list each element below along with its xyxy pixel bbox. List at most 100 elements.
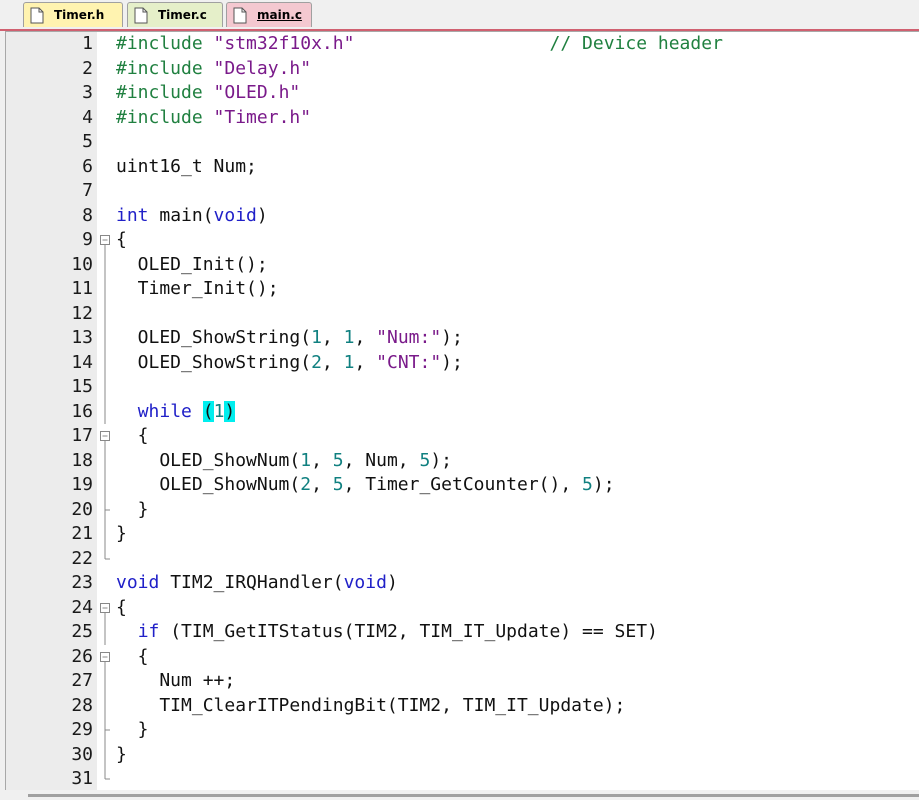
code-line[interactable]: 24 { bbox=[6, 596, 919, 621]
line-number: 22 bbox=[71, 547, 93, 569]
code-token: } bbox=[116, 719, 149, 740]
code-line[interactable]: 12 bbox=[6, 301, 919, 326]
code-line[interactable]: 20 } bbox=[6, 497, 919, 523]
code-token: 2 bbox=[300, 474, 312, 495]
code-token: (TIM_GetITStatus(TIM2, TIM_IT_Update) ==… bbox=[159, 621, 658, 642]
code-text[interactable]: Num ++; bbox=[116, 669, 235, 694]
code-line[interactable]: 8 int main(void) bbox=[6, 204, 919, 229]
code-line[interactable]: 1 #include "stm32f10x.h" // Device header bbox=[6, 32, 919, 57]
scrollbar-thumb[interactable] bbox=[28, 794, 919, 797]
code-token: 5 bbox=[582, 474, 593, 495]
code-token: "Num:" bbox=[376, 327, 442, 348]
horizontal-scrollbar[interactable] bbox=[0, 790, 919, 800]
code-text[interactable]: uint16_t Num; bbox=[116, 155, 257, 180]
code-text[interactable]: OLED_ShowNum(1, 5, Num, 5); bbox=[116, 449, 452, 474]
code-text[interactable]: } bbox=[116, 718, 149, 743]
code-line[interactable]: 4 #include "Timer.h" bbox=[6, 106, 919, 131]
code-text[interactable]: while (1) bbox=[116, 400, 236, 425]
code-line[interactable]: 11 Timer_Init(); bbox=[6, 277, 919, 302]
code-text[interactable]: } bbox=[116, 522, 127, 547]
code-token: int bbox=[116, 204, 149, 226]
code-text[interactable]: void TIM2_IRQHandler(void) bbox=[116, 571, 398, 596]
line-number: 8 bbox=[82, 204, 93, 226]
code-text[interactable]: Timer_Init(); bbox=[116, 277, 279, 302]
code-text[interactable]: if (TIM_GetITStatus(TIM2, TIM_IT_Update)… bbox=[116, 620, 658, 645]
code-text[interactable]: { bbox=[116, 228, 127, 253]
code-line[interactable]: 16 while (1) bbox=[6, 399, 919, 425]
code-line[interactable]: 15 bbox=[6, 375, 919, 400]
code-text[interactable]: { bbox=[116, 596, 127, 621]
code-text[interactable]: #include "stm32f10x.h" // Device header bbox=[116, 32, 723, 57]
code-token: , Num, bbox=[343, 449, 420, 471]
code-token: ); bbox=[441, 327, 463, 348]
code-token: , bbox=[311, 474, 333, 495]
code-line[interactable]: 14 OLED_ShowString(2, 1, "CNT:"); bbox=[6, 350, 919, 376]
line-number: 12 bbox=[71, 302, 93, 324]
line-number: 18 bbox=[71, 449, 93, 471]
code-line[interactable]: 19 OLED_ShowNum(2, 5, Timer_GetCounter()… bbox=[6, 473, 919, 498]
code-token: 1 bbox=[311, 327, 322, 348]
line-number: 24 bbox=[71, 596, 93, 618]
line-number: 15 bbox=[71, 376, 93, 397]
code-token: } bbox=[116, 743, 127, 765]
code-text[interactable]: OLED_ShowString(1, 1, "Num:"); bbox=[116, 326, 463, 351]
code-text[interactable]: { bbox=[116, 424, 149, 449]
code-token: , bbox=[354, 327, 377, 348]
code-line[interactable]: 29 } bbox=[6, 718, 919, 743]
code-line[interactable]: 3 #include "OLED.h" bbox=[6, 81, 919, 106]
tab-main-c[interactable]: main.c bbox=[226, 2, 312, 27]
code-line[interactable]: 10 OLED_Init(); bbox=[6, 252, 919, 278]
code-line[interactable]: 2 #include "Delay.h" bbox=[6, 57, 919, 82]
code-token: // Device header bbox=[549, 33, 723, 54]
line-number: 4 bbox=[82, 106, 93, 128]
line-number: 26 bbox=[71, 645, 93, 667]
code-line[interactable]: 5 bbox=[6, 130, 919, 155]
line-number: 11 bbox=[71, 278, 93, 299]
code-line[interactable]: 28 TIM_ClearITPendingBit(TIM2, TIM_IT_Up… bbox=[6, 693, 919, 719]
code-text[interactable]: #include "Delay.h" bbox=[116, 57, 311, 82]
line-number: 27 bbox=[71, 670, 93, 691]
code-token: { bbox=[116, 645, 149, 667]
code-editor[interactable]: 1 #include "stm32f10x.h" // Device header… bbox=[5, 31, 919, 790]
code-line[interactable]: 22 bbox=[6, 546, 919, 572]
code-token: ( bbox=[202, 400, 214, 422]
code-token: void bbox=[213, 204, 257, 226]
code-line[interactable]: 7 bbox=[6, 179, 919, 204]
code-line[interactable]: 31 bbox=[6, 767, 919, 790]
tab-label: Timer.c bbox=[158, 8, 207, 22]
code-token: { bbox=[116, 596, 127, 618]
code-text[interactable]: #include "OLED.h" bbox=[116, 81, 300, 106]
code-text[interactable]: } bbox=[116, 743, 127, 768]
code-text[interactable]: #include "Timer.h" bbox=[116, 106, 311, 131]
code-line[interactable]: 23 void TIM2_IRQHandler(void) bbox=[6, 571, 919, 596]
code-text[interactable]: OLED_ShowString(2, 1, "CNT:"); bbox=[116, 351, 463, 376]
code-token: , bbox=[354, 351, 377, 373]
code-token: { bbox=[116, 425, 149, 446]
code-token: 1 bbox=[213, 400, 225, 422]
code-line[interactable]: 21} bbox=[6, 522, 919, 547]
code-line[interactable]: 26 { bbox=[6, 645, 919, 670]
code-token: ); bbox=[441, 351, 463, 373]
code-line[interactable]: 27 Num ++; bbox=[6, 669, 919, 694]
code-text[interactable]: TIM_ClearITPendingBit(TIM2, TIM_IT_Updat… bbox=[116, 694, 625, 719]
code-text[interactable]: { bbox=[116, 645, 149, 670]
code-line[interactable]: 18 OLED_ShowNum(1, 5, Num, 5); bbox=[6, 448, 919, 474]
code-token: ) bbox=[224, 400, 236, 422]
tab-timer-c[interactable]: Timer.c bbox=[127, 2, 223, 27]
code-text[interactable]: OLED_ShowNum(2, 5, Timer_GetCounter(), 5… bbox=[116, 473, 614, 498]
tab-timer-h[interactable]: Timer.h bbox=[23, 2, 123, 27]
code-text[interactable]: } bbox=[116, 498, 149, 523]
code-line[interactable]: 9{ bbox=[6, 228, 919, 253]
code-line[interactable]: 6 uint16_t Num; bbox=[6, 155, 919, 180]
code-line[interactable]: 13 OLED_ShowString(1, 1, "Num:"); bbox=[6, 326, 919, 351]
code-text[interactable]: int main(void) bbox=[116, 204, 268, 229]
code-token: #include bbox=[116, 33, 214, 54]
code-line[interactable]: 30} bbox=[6, 742, 919, 768]
code-line[interactable]: 17 { bbox=[6, 424, 919, 449]
code-text[interactable]: OLED_Init(); bbox=[116, 253, 268, 278]
code-line[interactable]: 25 if (TIM_GetITStatus(TIM2, TIM_IT_Upda… bbox=[6, 620, 919, 645]
